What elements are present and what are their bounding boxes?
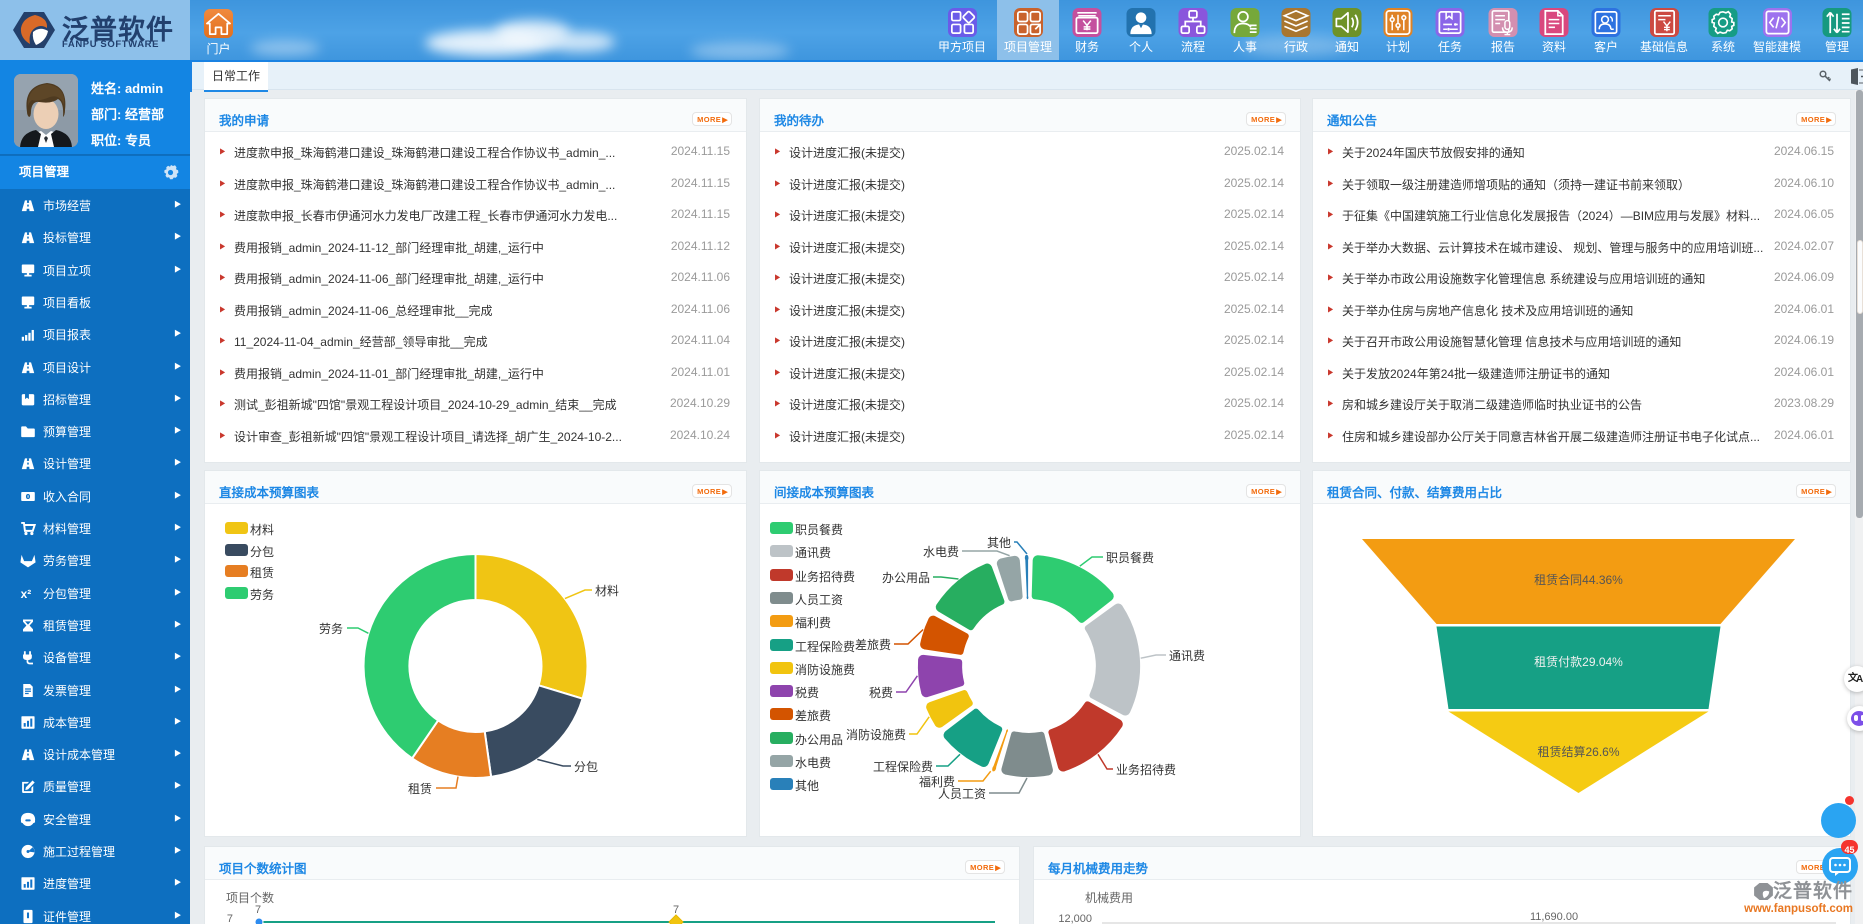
svg-text:x²: x² bbox=[21, 587, 32, 601]
